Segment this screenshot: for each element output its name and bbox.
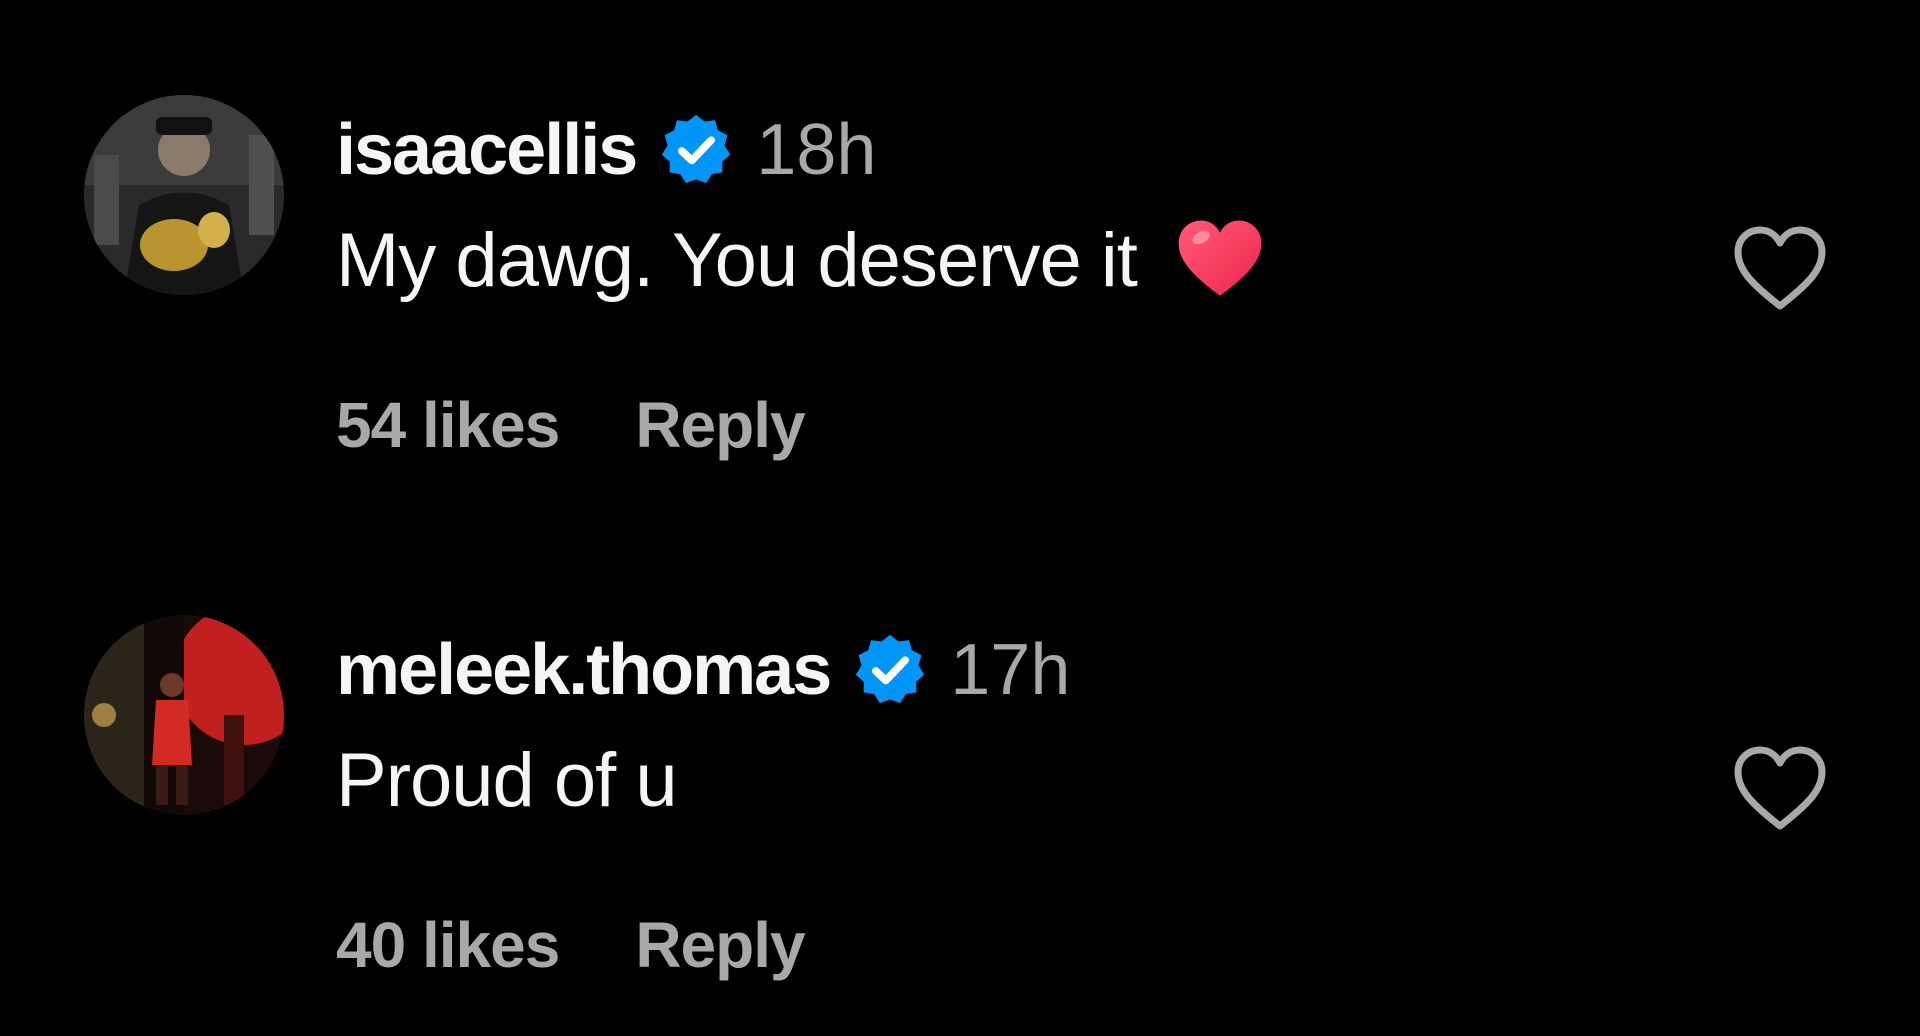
reply-button[interactable]: Reply	[635, 388, 805, 462]
likes-count[interactable]: 54 likes	[336, 388, 560, 462]
reply-button[interactable]: Reply	[635, 908, 805, 982]
comment-header: meleek.thomas 17h	[336, 630, 1070, 710]
avatar[interactable]	[84, 95, 284, 295]
comment-item: meleek.thomas 17h Proud of u 40 likes Re…	[0, 610, 1920, 1010]
comment-actions: 54 likes Reply	[336, 385, 806, 465]
comment-item: isaacellis 18h My dawg. You deserve it 5…	[0, 90, 1920, 490]
likes-count[interactable]: 40 likes	[336, 908, 560, 982]
comment-text: My dawg. You deserve it	[336, 215, 1267, 305]
username[interactable]: isaacellis	[336, 109, 638, 191]
username[interactable]: meleek.thomas	[336, 629, 832, 711]
timestamp[interactable]: 17h	[950, 629, 1070, 711]
avatar[interactable]	[84, 615, 284, 815]
red-heart-icon	[1173, 213, 1267, 307]
verified-badge-icon	[852, 632, 928, 708]
comment-text-content: Proud of u	[336, 737, 678, 823]
comment-header: isaacellis 18h	[336, 110, 876, 190]
timestamp[interactable]: 18h	[756, 109, 876, 191]
comment-text-content: My dawg. You deserve it	[336, 217, 1138, 303]
verified-badge-icon	[658, 112, 734, 188]
heart-icon[interactable]	[1730, 740, 1830, 840]
heart-icon[interactable]	[1730, 220, 1830, 320]
comment-text: Proud of u	[336, 735, 678, 825]
comment-actions: 40 likes Reply	[336, 905, 806, 985]
avatar-image	[84, 95, 284, 295]
avatar-image	[84, 615, 284, 815]
